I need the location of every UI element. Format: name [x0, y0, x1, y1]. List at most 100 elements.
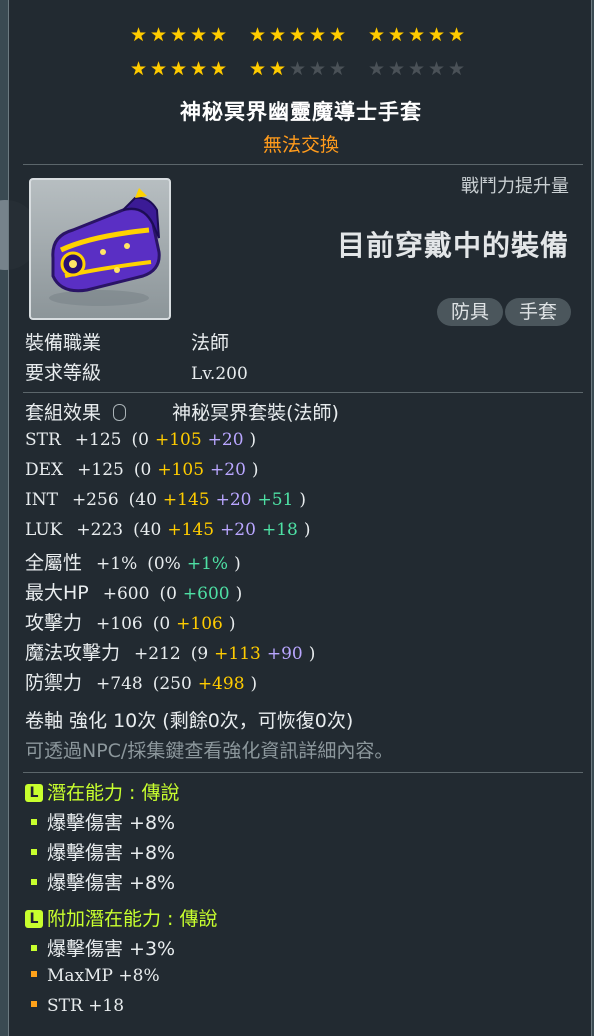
stat-row: STR +125 (0 +105 +20) — [25, 428, 256, 450]
stat-total: +256 — [71, 490, 119, 510]
star-filled-icon: ★ — [248, 24, 267, 46]
stat-name: 全屬性 — [25, 552, 83, 574]
potential-line: 爆擊傷害 +8% — [25, 838, 175, 865]
potential-line: 爆擊傷害 +8% — [25, 868, 175, 895]
stat-total: +125 — [74, 430, 122, 450]
star-group: ★ ★ ★ ★ ★ — [248, 59, 347, 79]
star-filled-icon: ★ — [149, 58, 168, 80]
stat-end: ) — [303, 520, 311, 540]
job-label: 裝備職業 — [25, 332, 102, 354]
stat-row: INT +256 (40 +145 +20 +51) — [25, 488, 306, 510]
star-group: ★ ★ ★ ★ ★ — [129, 59, 228, 79]
divider — [23, 164, 583, 165]
stat-scroll: +600 — [182, 584, 230, 604]
stat-starforce: +20 — [220, 520, 256, 540]
stat-starforce: +90 — [266, 644, 303, 664]
potential-title: 潛在能力 : 傳說 — [47, 782, 180, 804]
star-filled-icon: ★ — [268, 58, 287, 80]
divider — [23, 772, 583, 773]
star-filled-icon: ★ — [169, 24, 188, 46]
tag-armor: 防具 — [436, 298, 503, 326]
stat-base: (40 — [133, 520, 162, 540]
star-filled-icon: ★ — [209, 58, 228, 80]
star-group: ★ ★ ★ ★ ★ — [367, 59, 466, 79]
stat-base: (0 — [152, 614, 171, 634]
stat-flame: +113 — [214, 644, 261, 664]
star-filled-icon: ★ — [387, 24, 406, 46]
additional-potential-line: STR +18 — [25, 994, 124, 1016]
stat-total: +106 — [96, 614, 143, 634]
stat-base: (40 — [128, 490, 157, 510]
stat-flame: +145 — [162, 490, 210, 510]
stat-base: (250 — [152, 674, 192, 694]
additional-potential-line: MaxMP +8% — [25, 964, 160, 986]
star-filled-icon: ★ — [169, 58, 188, 80]
trade-status: 無法交換 — [262, 134, 339, 156]
level-row: 要求等級 Lv.200 — [25, 358, 248, 385]
star-empty-icon: ★ — [288, 58, 307, 80]
stat-scroll: +18 — [261, 520, 298, 540]
stat-total: +223 — [76, 520, 124, 540]
star-filled-icon: ★ — [129, 58, 148, 80]
legendary-badge: L — [25, 910, 43, 928]
star-filled-icon: ★ — [189, 58, 208, 80]
starforce-row-2: ★ ★ ★ ★ ★ ★ ★ ★ ★ ★ ★ ★ ★ ★ ★ — [129, 59, 466, 79]
stat-starforce: +20 — [207, 430, 244, 450]
additional-potential-title: 附加潛在能力 : 傳說 — [47, 908, 218, 930]
legendary-badge: L — [25, 784, 43, 802]
stat-end: ) — [235, 584, 243, 604]
divider — [23, 392, 583, 393]
mouse-icon — [113, 404, 127, 421]
starforce-row-1: ★ ★ ★ ★ ★ ★ ★ ★ ★ ★ ★ ★ ★ ★ ★ — [129, 25, 466, 45]
stat-total: +600 — [102, 584, 150, 604]
stat-row: LUK +223 (40 +145 +20 +18) — [25, 518, 310, 540]
potential-line: 爆擊傷害 +8% — [25, 808, 175, 835]
stat-name: LUK — [25, 520, 63, 540]
stat-total: +1% — [96, 554, 138, 574]
stat-name: 魔法攻擊力 — [25, 642, 121, 664]
stat-row: 全屬性 +1% (0% +1%) — [25, 548, 241, 575]
stat-flame: +145 — [167, 520, 215, 540]
stat-row: 防禦力 +748 (250 +498) — [25, 668, 257, 695]
star-filled-icon: ★ — [308, 24, 327, 46]
star-filled-icon: ★ — [189, 24, 208, 46]
star-group: ★ ★ ★ ★ ★ — [248, 25, 347, 45]
stat-base: (0 — [131, 430, 149, 450]
glove-icon — [49, 188, 161, 306]
stat-name: INT — [25, 490, 58, 510]
stat-scroll: +1% — [186, 554, 229, 574]
set-row: 套組效果 神秘冥界套裝(法師) — [25, 398, 339, 425]
stat-base: (9 — [190, 644, 209, 664]
stat-row: 最大HP +600 (0 +600) — [25, 578, 242, 605]
additional-potential-header: L 附加潛在能力 : 傳說 — [25, 904, 217, 931]
combat-power-label: 戰鬥力提升量 — [461, 176, 569, 197]
level-label: 要求等級 — [25, 362, 102, 384]
star-filled-icon: ★ — [328, 24, 347, 46]
scroll-line: 卷軸 強化 10次 (剩餘0次，可恢復0次) — [25, 710, 354, 732]
stat-row: DEX +125 (0 +105 +20) — [25, 458, 259, 480]
scroll-hint: 可透過NPC/採集鍵查看強化資訊詳細內容。 — [25, 740, 394, 762]
star-empty-icon: ★ — [427, 58, 446, 80]
star-filled-icon: ★ — [447, 24, 466, 46]
tag-gloves: 手套 — [504, 298, 571, 326]
stat-end: ) — [299, 490, 307, 510]
star-filled-icon: ★ — [367, 24, 386, 46]
stat-flame: +105 — [157, 460, 205, 480]
stat-flame: +105 — [154, 430, 202, 450]
stat-flame: +106 — [176, 614, 223, 634]
stat-scroll: +51 — [257, 490, 294, 510]
stat-end: ) — [228, 614, 236, 634]
stat-total: +748 — [96, 674, 143, 694]
stat-starforce: +20 — [210, 460, 246, 480]
star-empty-icon: ★ — [447, 58, 466, 80]
star-filled-icon: ★ — [149, 24, 168, 46]
stat-total: +125 — [77, 460, 124, 480]
star-filled-icon: ★ — [129, 24, 148, 46]
job-row: 裝備職業 法師 — [25, 328, 229, 355]
star-filled-icon: ★ — [288, 24, 307, 46]
star-group: ★ ★ ★ ★ ★ — [367, 25, 466, 45]
stat-end: ) — [234, 554, 241, 574]
item-tooltip: ★ ★ ★ ★ ★ ★ ★ ★ ★ ★ ★ ★ ★ ★ ★ ★ ★ ★ ★ ★ ★ ★ ★ ★ ★ ★ ★ ★ ★ ★ 神秘冥界幽靈魔導… — [8, 0, 592, 1036]
additional-potential-line: 爆擊傷害 +3% — [25, 934, 175, 961]
stat-name: 最大HP — [25, 582, 89, 604]
